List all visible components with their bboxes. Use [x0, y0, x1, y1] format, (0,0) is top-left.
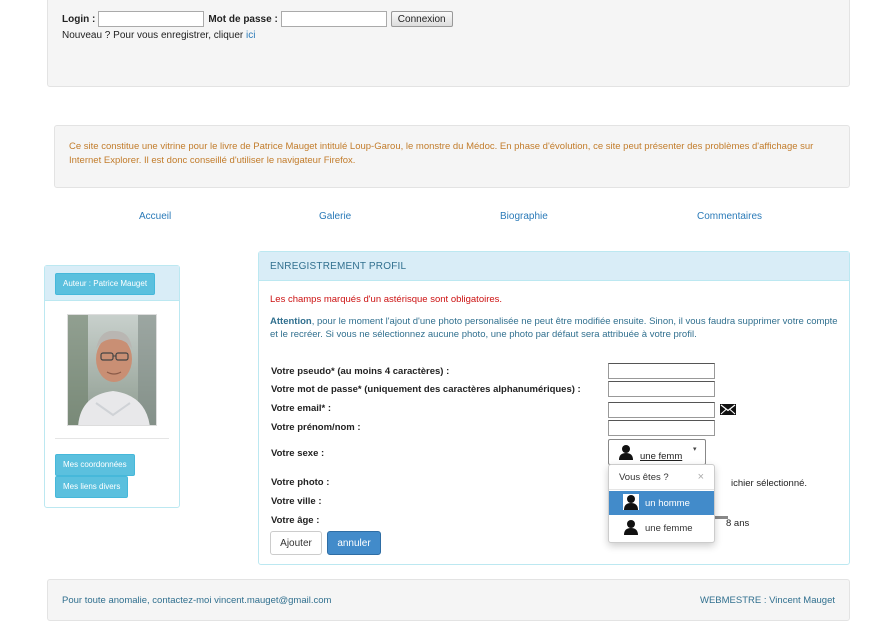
pseudo-label: Votre pseudo* (au moins 4 caractères) : — [271, 366, 450, 377]
email-label: Votre email* : — [271, 403, 332, 414]
caret-down-icon: ▾ — [693, 446, 697, 453]
nav-accueil[interactable]: Accueil — [139, 211, 171, 222]
links-button[interactable]: Mes liens divers — [55, 476, 129, 498]
photo-label: Votre photo : — [271, 477, 330, 488]
site-notice: Ce site constitue une vitrine pour le li… — [54, 125, 850, 188]
sex-select-button[interactable]: une femm ▾ — [608, 439, 706, 465]
email-input[interactable] — [608, 402, 715, 418]
age-value: 8 ans — [726, 518, 750, 529]
attention-note: Attention, pour le moment l'ajout d'une … — [270, 315, 840, 341]
connect-button[interactable]: Connexion — [390, 11, 453, 27]
nav-biographie[interactable]: Biographie — [500, 211, 548, 222]
close-icon[interactable]: × — [698, 471, 704, 483]
register-link[interactable]: ici — [246, 30, 255, 41]
pseudo-input[interactable] — [608, 363, 715, 379]
file-status: ichier sélectionné. — [731, 478, 808, 489]
required-note: Les champs marqués d'un astérisque sont … — [270, 294, 503, 305]
author-divider — [55, 438, 169, 439]
password-field-label: Votre mot de passe* (uniquement des cara… — [271, 384, 581, 395]
footer: Pour toute anomalie, contactez-moi vince… — [47, 579, 850, 621]
registration-heading: ENREGISTREMENT PROFIL — [259, 252, 849, 281]
registration-panel: ENREGISTREMENT PROFIL Les champs marqués… — [258, 251, 850, 565]
age-label: Votre âge : — [271, 515, 320, 526]
author-panel-header: Auteur : Patrice Mauget — [45, 266, 179, 301]
add-button[interactable]: Ajouter — [270, 531, 322, 555]
password-input[interactable] — [280, 11, 387, 27]
name-input[interactable] — [608, 420, 715, 436]
option-homme-label: un homme — [645, 498, 690, 509]
footer-contact[interactable]: Pour toute anomalie, contactez-moi vince… — [62, 595, 331, 606]
option-homme[interactable]: un homme — [609, 491, 714, 515]
envelope-icon — [720, 404, 736, 418]
login-label: Login : — [62, 13, 96, 25]
sex-dropdown-header: Vous êtes ? × — [609, 465, 714, 490]
footer-webmaster: WEBMESTRE : Vincent Mauget — [700, 595, 835, 606]
cancel-button[interactable]: annuler — [327, 531, 381, 555]
nav-galerie[interactable]: Galerie — [319, 211, 351, 222]
login-input[interactable] — [98, 11, 205, 27]
author-panel: Auteur : Patrice Mauget Mes coordonnées … — [44, 265, 180, 508]
password-label: Mot de passe : — [208, 13, 278, 25]
person-icon — [618, 444, 634, 463]
person-icon — [623, 519, 639, 538]
city-label: Votre ville : — [271, 496, 322, 507]
option-femme-label: une femme — [645, 523, 693, 534]
sex-selected-value: une femm — [640, 451, 683, 462]
register-text: Nouveau ? Pour vous enregistrer, cliquer — [62, 30, 244, 41]
author-button[interactable]: Auteur : Patrice Mauget — [55, 273, 156, 295]
person-icon — [623, 494, 639, 513]
login-box: Login : Mot de passe : Connexion Nouveau… — [47, 0, 850, 87]
attention-text: , pour le moment l'ajout d'une photo per… — [270, 316, 838, 340]
nav-commentaires[interactable]: Commentaires — [697, 211, 762, 222]
author-photo — [67, 314, 157, 426]
attention-bold: Attention — [270, 316, 312, 327]
name-label: Votre prénom/nom : — [271, 422, 361, 433]
sex-label: Votre sexe : — [271, 448, 325, 459]
coordinates-button[interactable]: Mes coordonnées — [55, 454, 135, 476]
register-line: Nouveau ? Pour vous enregistrer, cliquer… — [62, 30, 835, 41]
login-row: Login : Mot de passe : Connexion — [62, 11, 835, 27]
sex-dropdown-title: Vous êtes ? — [619, 472, 669, 483]
password-field-input[interactable] — [608, 381, 715, 397]
sex-dropdown: Vous êtes ? × un homme une femme — [608, 464, 715, 543]
option-femme[interactable]: une femme — [609, 516, 714, 540]
main-nav: Accueil Galerie Biographie Commentaires — [0, 211, 890, 225]
